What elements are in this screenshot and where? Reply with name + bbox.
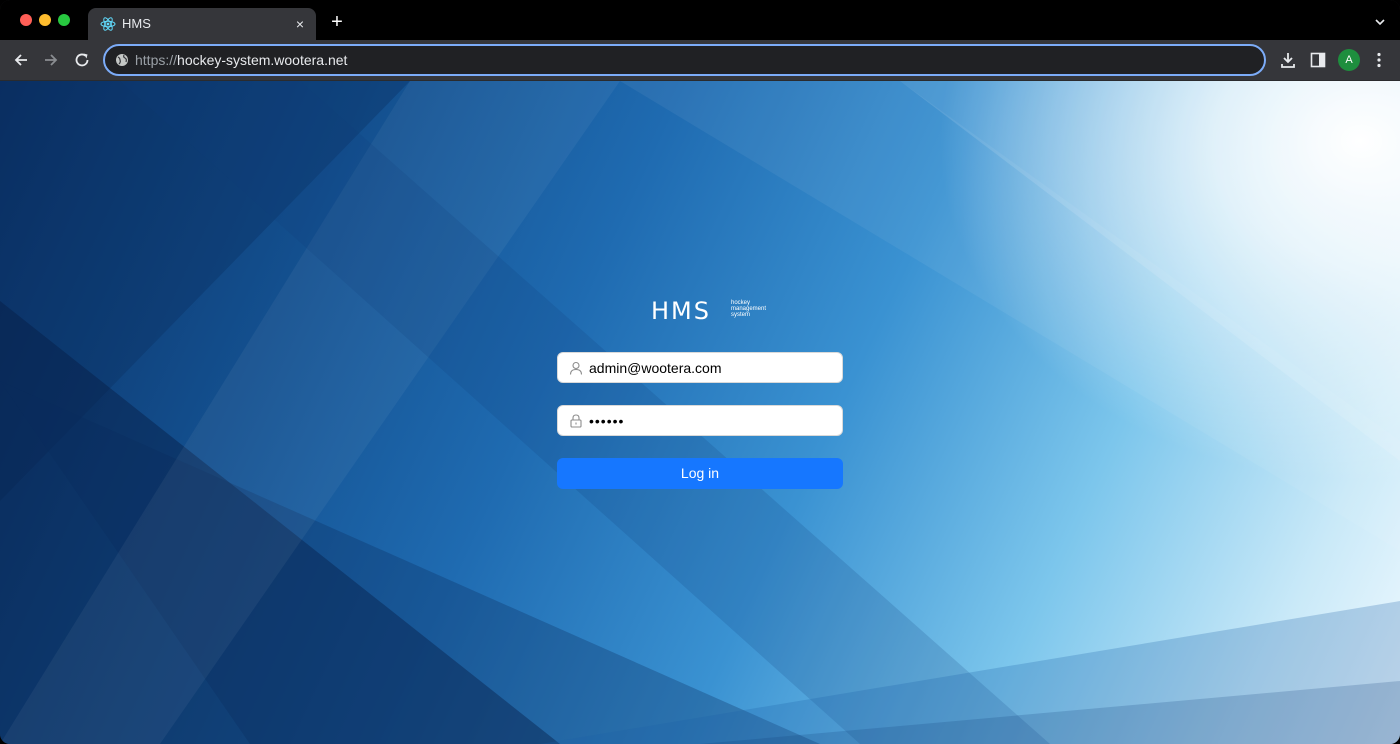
url-protocol: https:// (135, 52, 178, 68)
download-icon[interactable] (1278, 50, 1298, 70)
url-host: hockey-system.wootera.net (177, 52, 348, 68)
close-window-button[interactable] (20, 14, 32, 26)
logo-sub-line: system (731, 312, 751, 318)
react-icon (100, 17, 116, 31)
new-tab-button[interactable]: + (326, 12, 348, 34)
back-icon[interactable] (11, 50, 31, 70)
reload-icon[interactable] (72, 50, 92, 70)
forward-icon[interactable] (41, 50, 61, 70)
maximize-window-button[interactable] (58, 14, 70, 26)
profile-avatar[interactable]: A (1338, 49, 1360, 71)
username-input[interactable] (589, 353, 834, 382)
chevron-down-icon[interactable] (1372, 14, 1388, 30)
browser-toolbar: https://hockey-system.wootera.net A (0, 40, 1400, 81)
browser-window: HMS × + https://hockey-system.wootera.ne… (0, 0, 1400, 744)
globe-icon[interactable] (115, 53, 129, 67)
tab-hms[interactable]: HMS × (88, 8, 316, 40)
username-field[interactable] (557, 352, 843, 383)
password-field[interactable] (557, 405, 843, 436)
login-button[interactable]: Log in (557, 458, 843, 489)
minimize-window-button[interactable] (39, 14, 51, 26)
more-menu-icon[interactable] (1369, 50, 1389, 70)
url-text[interactable]: https://hockey-system.wootera.net (135, 52, 347, 68)
side-panel-icon[interactable] (1308, 50, 1328, 70)
logo-main: HMS (651, 297, 711, 325)
login-page: HMS hockey management system admin@woote… (0, 81, 1400, 744)
lock-icon (570, 414, 582, 428)
tab-strip: HMS × + (0, 0, 1400, 40)
logo-subtitle: hockey management system (731, 300, 766, 318)
tab-title: HMS (122, 16, 151, 31)
user-icon (569, 361, 583, 375)
password-input[interactable] (589, 406, 834, 435)
close-icon[interactable]: × (290, 14, 310, 34)
hms-logo: HMS hockey management system (651, 298, 781, 324)
address-bar[interactable]: https://hockey-system.wootera.net (103, 44, 1266, 76)
